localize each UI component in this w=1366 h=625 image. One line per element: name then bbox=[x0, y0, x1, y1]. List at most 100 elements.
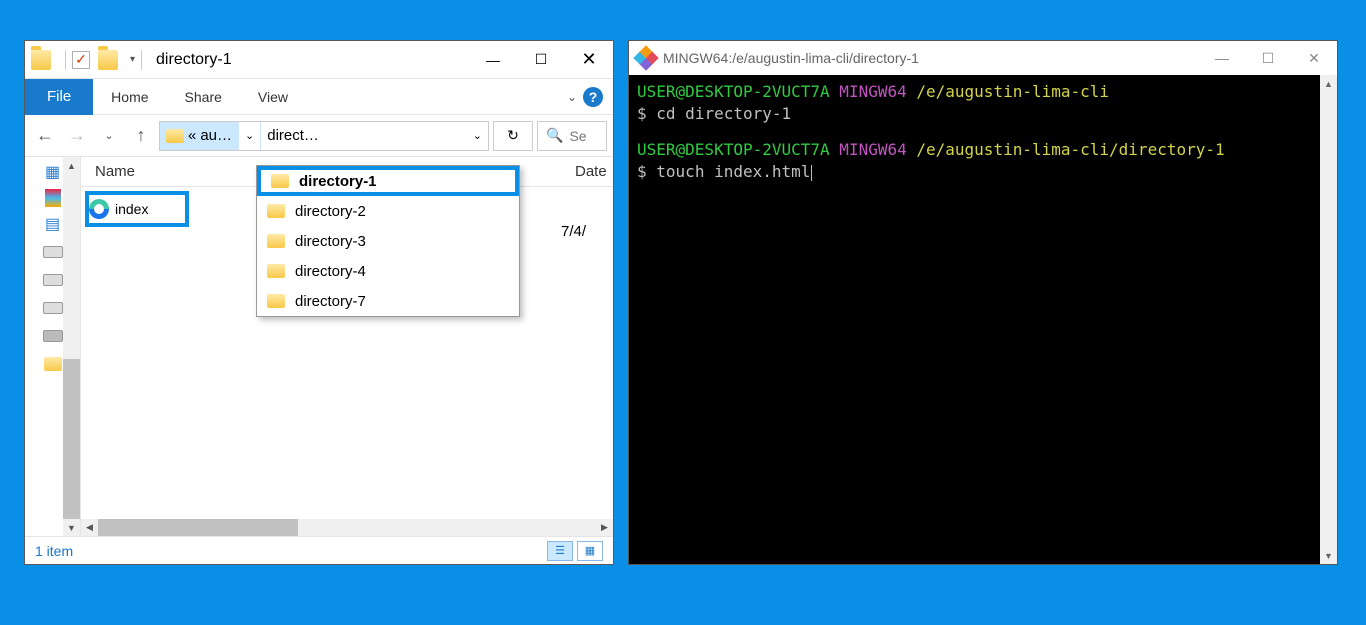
separator bbox=[141, 50, 142, 70]
tree-item[interactable] bbox=[45, 189, 61, 207]
address-dropdown-menu: directory-1 directory-2 directory-3 dire… bbox=[256, 165, 520, 317]
folder-icon bbox=[267, 204, 285, 218]
tree-item[interactable] bbox=[42, 269, 64, 291]
window-controls: — ☐ ✕ bbox=[1199, 41, 1337, 75]
address-parent-label: au… bbox=[200, 127, 232, 144]
forward-button[interactable]: → bbox=[63, 122, 91, 150]
status-text: 1 item bbox=[35, 543, 73, 559]
address-current-segment[interactable]: direct… bbox=[261, 122, 325, 150]
scroll-down-icon[interactable]: ▼ bbox=[63, 519, 80, 536]
minimize-button[interactable]: — bbox=[1199, 41, 1245, 75]
dropdown-item[interactable]: directory-4 bbox=[257, 256, 519, 286]
up-button[interactable]: ↑ bbox=[127, 122, 155, 150]
tree-scrollbar[interactable]: ▲ ▼ bbox=[63, 157, 80, 536]
help-icon[interactable]: ? bbox=[583, 87, 603, 107]
address-parent-dropdown-icon[interactable]: ⌄ bbox=[238, 122, 261, 150]
folder-icon bbox=[267, 294, 285, 308]
folder-icon bbox=[98, 50, 118, 70]
folder-icon bbox=[271, 174, 289, 188]
file-name: index bbox=[115, 201, 148, 217]
cursor-icon bbox=[811, 165, 812, 181]
edge-icon bbox=[89, 199, 109, 219]
prompt-sys: MINGW64 bbox=[839, 82, 906, 101]
prompt-user: USER@DESKTOP-2VUCT7A bbox=[637, 140, 830, 159]
dropdown-item-label: directory-4 bbox=[295, 263, 366, 280]
terminal-line: $ cd directory-1 bbox=[637, 103, 1329, 125]
dropdown-item-label: directory-2 bbox=[295, 203, 366, 220]
prompt-path: /e/augustin-lima-cli/directory-1 bbox=[916, 140, 1224, 159]
qat-dropdown-icon[interactable]: ▾ bbox=[130, 54, 135, 65]
folder-icon bbox=[267, 234, 285, 248]
tree-item[interactable]: ▦ bbox=[42, 161, 64, 183]
titlebar: ✓ ▾ directory-1 — ☐ ✕ bbox=[25, 41, 613, 79]
tree-item[interactable] bbox=[42, 353, 64, 375]
column-date[interactable]: Date bbox=[561, 163, 613, 180]
dropdown-item[interactable]: directory-7 bbox=[257, 286, 519, 316]
address-parent-segment[interactable]: « au… bbox=[160, 122, 238, 150]
maximize-button[interactable]: ☐ bbox=[517, 41, 565, 79]
dropdown-item[interactable]: directory-3 bbox=[257, 226, 519, 256]
folder-icon bbox=[267, 264, 285, 278]
folder-icon bbox=[31, 50, 51, 70]
address-bar[interactable]: « au… ⌄ direct… ⌄ bbox=[159, 121, 489, 151]
search-icon: 🔍 bbox=[546, 127, 563, 144]
mingw-icon bbox=[637, 49, 655, 67]
scroll-thumb[interactable] bbox=[63, 359, 80, 519]
folder-icon bbox=[166, 129, 184, 143]
tree-item[interactable] bbox=[42, 325, 64, 347]
prompt-symbol: $ bbox=[637, 162, 647, 181]
dropdown-item[interactable]: directory-2 bbox=[257, 196, 519, 226]
ribbon-collapse-icon[interactable]: ⌄ bbox=[567, 90, 577, 104]
horizontal-scrollbar[interactable]: ◀ ▶ bbox=[81, 519, 613, 536]
navigation-tree[interactable]: ▦ ▤ ▲ ▼ bbox=[25, 157, 81, 536]
file-tab[interactable]: File bbox=[25, 79, 93, 115]
file-date: 7/4/ bbox=[561, 187, 613, 240]
scroll-thumb[interactable] bbox=[98, 519, 298, 536]
search-input[interactable]: 🔍 Se bbox=[537, 121, 607, 151]
window-controls: — ☐ ✕ bbox=[469, 41, 613, 79]
command-text: touch index.html bbox=[656, 162, 810, 181]
close-button[interactable]: ✕ bbox=[565, 41, 613, 79]
tree-item[interactable] bbox=[42, 297, 64, 319]
close-button[interactable]: ✕ bbox=[1291, 41, 1337, 75]
dropdown-item-label: directory-3 bbox=[295, 233, 366, 250]
scroll-track[interactable] bbox=[1320, 92, 1337, 547]
recent-dropdown-icon[interactable]: ⌄ bbox=[95, 122, 123, 150]
window-title: directory-1 bbox=[156, 51, 232, 69]
dropdown-item-label: directory-1 bbox=[299, 173, 377, 190]
back-button[interactable]: ← bbox=[31, 122, 59, 150]
dropdown-item[interactable]: directory-1 bbox=[257, 166, 519, 196]
minimize-button[interactable]: — bbox=[469, 41, 517, 79]
scroll-down-icon[interactable]: ▼ bbox=[1320, 547, 1337, 564]
terminal-line: USER@DESKTOP-2VUCT7A MINGW64 /e/augustin… bbox=[637, 139, 1329, 161]
scroll-left-icon[interactable]: ◀ bbox=[81, 519, 98, 536]
home-tab[interactable]: Home bbox=[93, 79, 166, 115]
terminal-line: USER@DESKTOP-2VUCT7A MINGW64 /e/augustin… bbox=[637, 81, 1329, 103]
file-row[interactable]: index bbox=[87, 193, 187, 225]
terminal-line: $ touch index.html bbox=[637, 161, 1329, 183]
scroll-right-icon[interactable]: ▶ bbox=[596, 519, 613, 536]
thumbnails-view-button[interactable]: ▦ bbox=[577, 541, 603, 561]
prompt-symbol: $ bbox=[637, 104, 647, 123]
address-ellipsis: « bbox=[188, 127, 196, 144]
tree-item[interactable]: ▤ bbox=[42, 213, 64, 235]
scroll-up-icon[interactable]: ▲ bbox=[1320, 75, 1337, 92]
share-tab[interactable]: Share bbox=[167, 79, 240, 115]
details-view-button[interactable]: ☰ bbox=[547, 541, 573, 561]
terminal-body[interactable]: USER@DESKTOP-2VUCT7A MINGW64 /e/augustin… bbox=[629, 75, 1337, 564]
refresh-button[interactable]: ↻ bbox=[493, 121, 533, 151]
qat-checkbox-icon[interactable]: ✓ bbox=[72, 51, 90, 69]
scroll-up-icon[interactable]: ▲ bbox=[63, 157, 80, 174]
maximize-button[interactable]: ☐ bbox=[1245, 41, 1291, 75]
ribbon: File Home Share View ⌄ ? bbox=[25, 79, 613, 115]
navigation-bar: ← → ⌄ ↑ « au… ⌄ direct… ⌄ ↻ 🔍 Se bbox=[25, 115, 613, 157]
terminal-scrollbar[interactable]: ▲ ▼ bbox=[1320, 75, 1337, 564]
search-placeholder: Se bbox=[569, 128, 586, 144]
dropdown-item-label: directory-7 bbox=[295, 293, 366, 310]
separator bbox=[65, 50, 66, 70]
tree-item[interactable] bbox=[42, 241, 64, 263]
view-tab[interactable]: View bbox=[240, 79, 306, 115]
address-current-dropdown-icon[interactable]: ⌄ bbox=[467, 122, 488, 150]
terminal-title: MINGW64:/e/augustin-lima-cli/directory-1 bbox=[663, 50, 919, 66]
view-switcher: ☰ ▦ bbox=[547, 541, 603, 561]
